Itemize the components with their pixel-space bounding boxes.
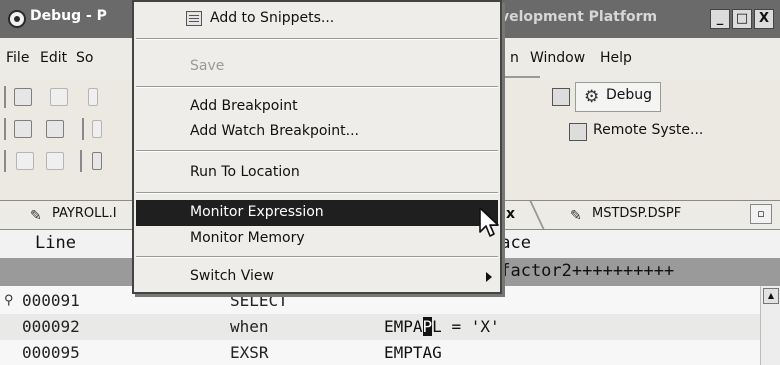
menu-edit[interactable]: Edit xyxy=(40,50,67,66)
tab-payroll-label: PAYROLL.I xyxy=(52,206,117,221)
menu-item-monitor-expression[interactable]: Monitor Expression xyxy=(136,200,498,226)
menu-run-partial[interactable]: n xyxy=(510,50,519,66)
print-icon[interactable] xyxy=(88,88,98,106)
tab-mstdsp[interactable]: ✎ MSTDSP.DSPF xyxy=(570,206,682,224)
toolbar-separator xyxy=(80,150,82,172)
menu-item-add-watch-breakpoint[interactable]: Add Watch Breakpoint... xyxy=(136,119,498,145)
debug-bug-icon: ⚙ xyxy=(584,87,600,107)
opcode: EXSR xyxy=(230,343,269,362)
toolbar-row-2 xyxy=(0,114,150,144)
perspective-debug-button[interactable]: ⚙ Debug xyxy=(575,82,662,112)
window-title-right: velopment Platform xyxy=(500,9,658,25)
new-wizard-icon[interactable] xyxy=(14,88,32,106)
maximize-button[interactable]: □ xyxy=(732,9,752,29)
menu-item-label: Run To Location xyxy=(190,164,300,180)
scroll-up-arrow-icon[interactable]: ▲ xyxy=(763,288,779,304)
factor2-before-cursor: EMPA xyxy=(384,317,423,336)
menu-item-add-to-snippets[interactable]: Add to Snippets... xyxy=(136,6,498,32)
pencil-icon: ✎ xyxy=(30,208,42,224)
menu-help[interactable]: Help xyxy=(600,50,632,66)
save-icon[interactable] xyxy=(50,88,68,106)
opcode: when xyxy=(230,317,269,336)
factor2: EMPAPL = 'X' xyxy=(384,317,500,336)
line-number: 000095 xyxy=(22,343,80,362)
toolbar-separator xyxy=(4,150,6,172)
menu-item-label: Monitor Expression xyxy=(190,204,324,220)
search-icon[interactable] xyxy=(92,120,102,138)
menu-item-label: Add Watch Breakpoint... xyxy=(190,123,359,139)
line-number: 000092 xyxy=(22,317,80,336)
menu-item-switch-view[interactable]: Switch View xyxy=(136,264,498,290)
toolbar-separator xyxy=(82,118,84,140)
perspective-debug-label: Debug xyxy=(606,87,653,103)
menu-item-label: Switch View xyxy=(190,268,274,284)
menu-separator xyxy=(136,150,498,152)
eclipse-app-icon xyxy=(8,10,26,28)
tab-payroll[interactable]: ✎ PAYROLL.I xyxy=(30,206,117,224)
open-perspective-icon[interactable] xyxy=(552,88,570,106)
menu-separator xyxy=(136,86,498,88)
menu-item-label: Add Breakpoint xyxy=(190,98,298,114)
menu-source[interactable]: So xyxy=(76,50,93,66)
menu-separator xyxy=(136,256,498,258)
menu-item-label: Save xyxy=(190,58,225,74)
context-menu: Add to Snippets... Save Add Breakpoint A… xyxy=(132,0,502,294)
terminal-icon[interactable] xyxy=(92,152,102,170)
code-line-current[interactable]: 000092 when EMPAPL = 'X' xyxy=(0,314,760,340)
forward-arrow-icon[interactable] xyxy=(46,152,64,170)
perspective-remote-systems-button[interactable]: Remote Syste... xyxy=(565,122,704,141)
vertical-scrollbar[interactable]: ▲ xyxy=(760,286,780,365)
menu-window[interactable]: Window xyxy=(530,50,585,66)
key-icon: ⚲ xyxy=(4,293,14,308)
menu-separator xyxy=(136,192,498,194)
menu-item-run-to-location[interactable]: Run To Location xyxy=(136,160,498,186)
toolbar-row-1 xyxy=(0,82,150,112)
factor2-after-cursor: L = 'X' xyxy=(432,317,500,336)
window-title-left: Debug - P xyxy=(30,8,107,24)
perspective-bar: ⚙ Debug Remote Syste... xyxy=(500,80,780,148)
perspective-remote-label: Remote Syste... xyxy=(593,122,704,138)
toolbar-row-3 xyxy=(0,146,150,176)
menu-item-label: Add to Snippets... xyxy=(210,10,335,26)
minimize-button[interactable]: _ xyxy=(710,9,730,29)
format-ruler-text: -factor2++++++++++ xyxy=(490,261,675,281)
wrench-icon[interactable] xyxy=(46,120,64,138)
menu-file[interactable]: File xyxy=(6,50,29,66)
menu-item-monitor-memory[interactable]: Monitor Memory xyxy=(136,226,498,252)
snippet-icon xyxy=(186,11,202,26)
pencil-icon: ✎ xyxy=(570,208,582,224)
menu-separator xyxy=(136,38,498,40)
toolbar-separator xyxy=(4,86,6,108)
tab-mstdsp-label: MSTDSP.DSPF xyxy=(592,206,682,221)
menu-item-label: Monitor Memory xyxy=(190,230,305,246)
back-arrow-icon[interactable] xyxy=(16,152,34,170)
remote-systems-icon xyxy=(569,123,587,141)
text-cursor: P xyxy=(422,317,433,336)
header-line-label: Line xyxy=(35,233,76,253)
menu-item-add-breakpoint[interactable]: Add Breakpoint xyxy=(136,94,498,120)
factor2: EMPTAG xyxy=(384,343,442,362)
close-window-button[interactable]: X xyxy=(754,9,774,29)
code-line[interactable]: 000095 EXSR EMPTAG xyxy=(0,340,760,365)
line-number: 000091 xyxy=(22,291,80,310)
maximize-view-icon[interactable]: ▫ xyxy=(750,204,772,224)
submenu-arrow-icon xyxy=(486,272,492,282)
mouse-pointer-icon xyxy=(479,207,499,237)
menu-item-save: Save xyxy=(136,54,498,80)
open-folder-icon[interactable] xyxy=(14,120,32,138)
toolbar-separator xyxy=(4,118,6,140)
